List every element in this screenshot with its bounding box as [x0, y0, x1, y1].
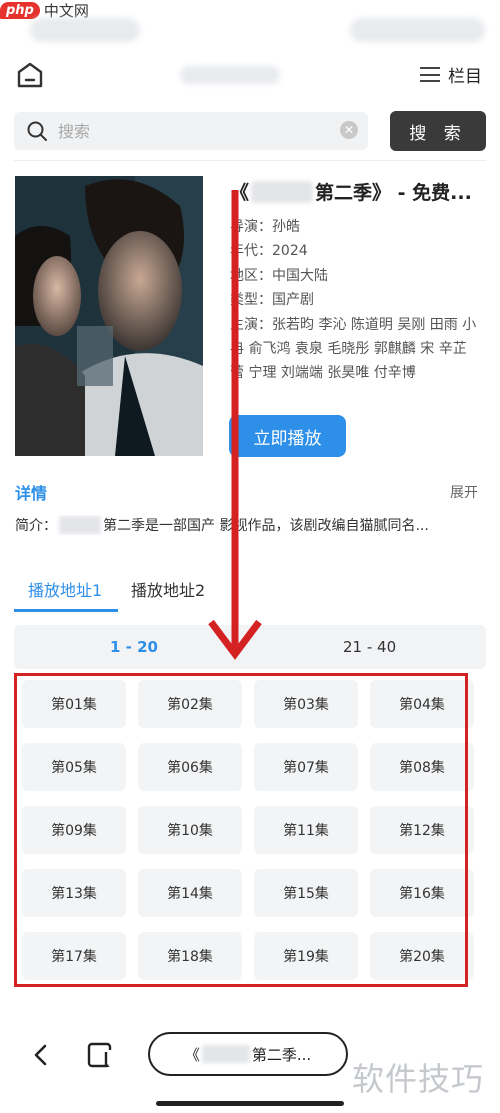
- synopsis-text: 第二季是一部国产 影视作品，该剧改编自猫腻同名...: [103, 518, 429, 534]
- window-icon[interactable]: [86, 1040, 116, 1074]
- director-line: 导演：孙皓: [230, 219, 300, 235]
- bottom-title-prefix: 《: [184, 1045, 200, 1064]
- tab-range-1-20[interactable]: 1 - 20: [110, 625, 158, 669]
- video-info: 导演：孙皓 年代：2024 地区：中国大陆 类型：国产剧 主演：张若昀 李沁 陈…: [230, 215, 480, 386]
- synopsis-prefix: 简介：: [15, 518, 57, 534]
- search-button[interactable]: 搜 索: [390, 111, 486, 151]
- year-line: 年代：2024: [230, 243, 308, 260]
- genre-line: 类型：国产剧: [230, 292, 314, 309]
- blurred-status-left: [30, 18, 140, 42]
- menu-label: 栏目: [448, 67, 482, 87]
- home-icon[interactable]: [15, 60, 45, 90]
- annotation-highlight-box: [14, 673, 468, 987]
- video-title: 《 第二季》 - 免费...: [230, 178, 472, 205]
- bottom-title-suffix: 第二季...: [251, 1045, 312, 1064]
- divider: [14, 160, 486, 161]
- title-suffix: 第二季》 - 免费...: [315, 182, 472, 204]
- annotation-arrow: [208, 190, 262, 660]
- tab-source-1[interactable]: 播放地址1: [28, 577, 102, 601]
- bottom-title-blurred: [201, 1045, 250, 1063]
- tab-source-2[interactable]: 播放地址2: [131, 577, 205, 601]
- header-title-blurred: [180, 66, 280, 84]
- tab-range-21-40[interactable]: 21 - 40: [343, 625, 396, 669]
- poster-image[interactable]: [15, 176, 203, 456]
- watermark-bottom: 软件技巧: [352, 1060, 485, 1098]
- menu-icon: [420, 67, 440, 82]
- blurred-status-right: [350, 18, 485, 42]
- back-icon[interactable]: [30, 1040, 52, 1074]
- search-box[interactable]: ✕: [14, 112, 368, 150]
- search-input[interactable]: [56, 120, 320, 142]
- region-line: 地区：中国大陆: [230, 267, 328, 284]
- menu-button[interactable]: 栏目: [420, 62, 482, 87]
- details-label: 详情: [15, 484, 48, 503]
- bottom-title-pill[interactable]: 《 第二季...: [148, 1032, 348, 1076]
- clear-icon[interactable]: ✕: [340, 121, 358, 139]
- search-icon: [27, 121, 47, 141]
- php-logo: php: [0, 2, 40, 19]
- tab-underline: [14, 609, 118, 612]
- synopsis-blurred: [59, 516, 101, 534]
- home-indicator: [156, 1101, 344, 1106]
- expand-link[interactable]: 展开: [450, 482, 478, 502]
- cast-line: 主演：张若昀 李沁 陈道明 吴刚 田雨 小冉 俞飞鸿 袁泉 毛晓彤 郭麒麟 宋 …: [230, 316, 477, 382]
